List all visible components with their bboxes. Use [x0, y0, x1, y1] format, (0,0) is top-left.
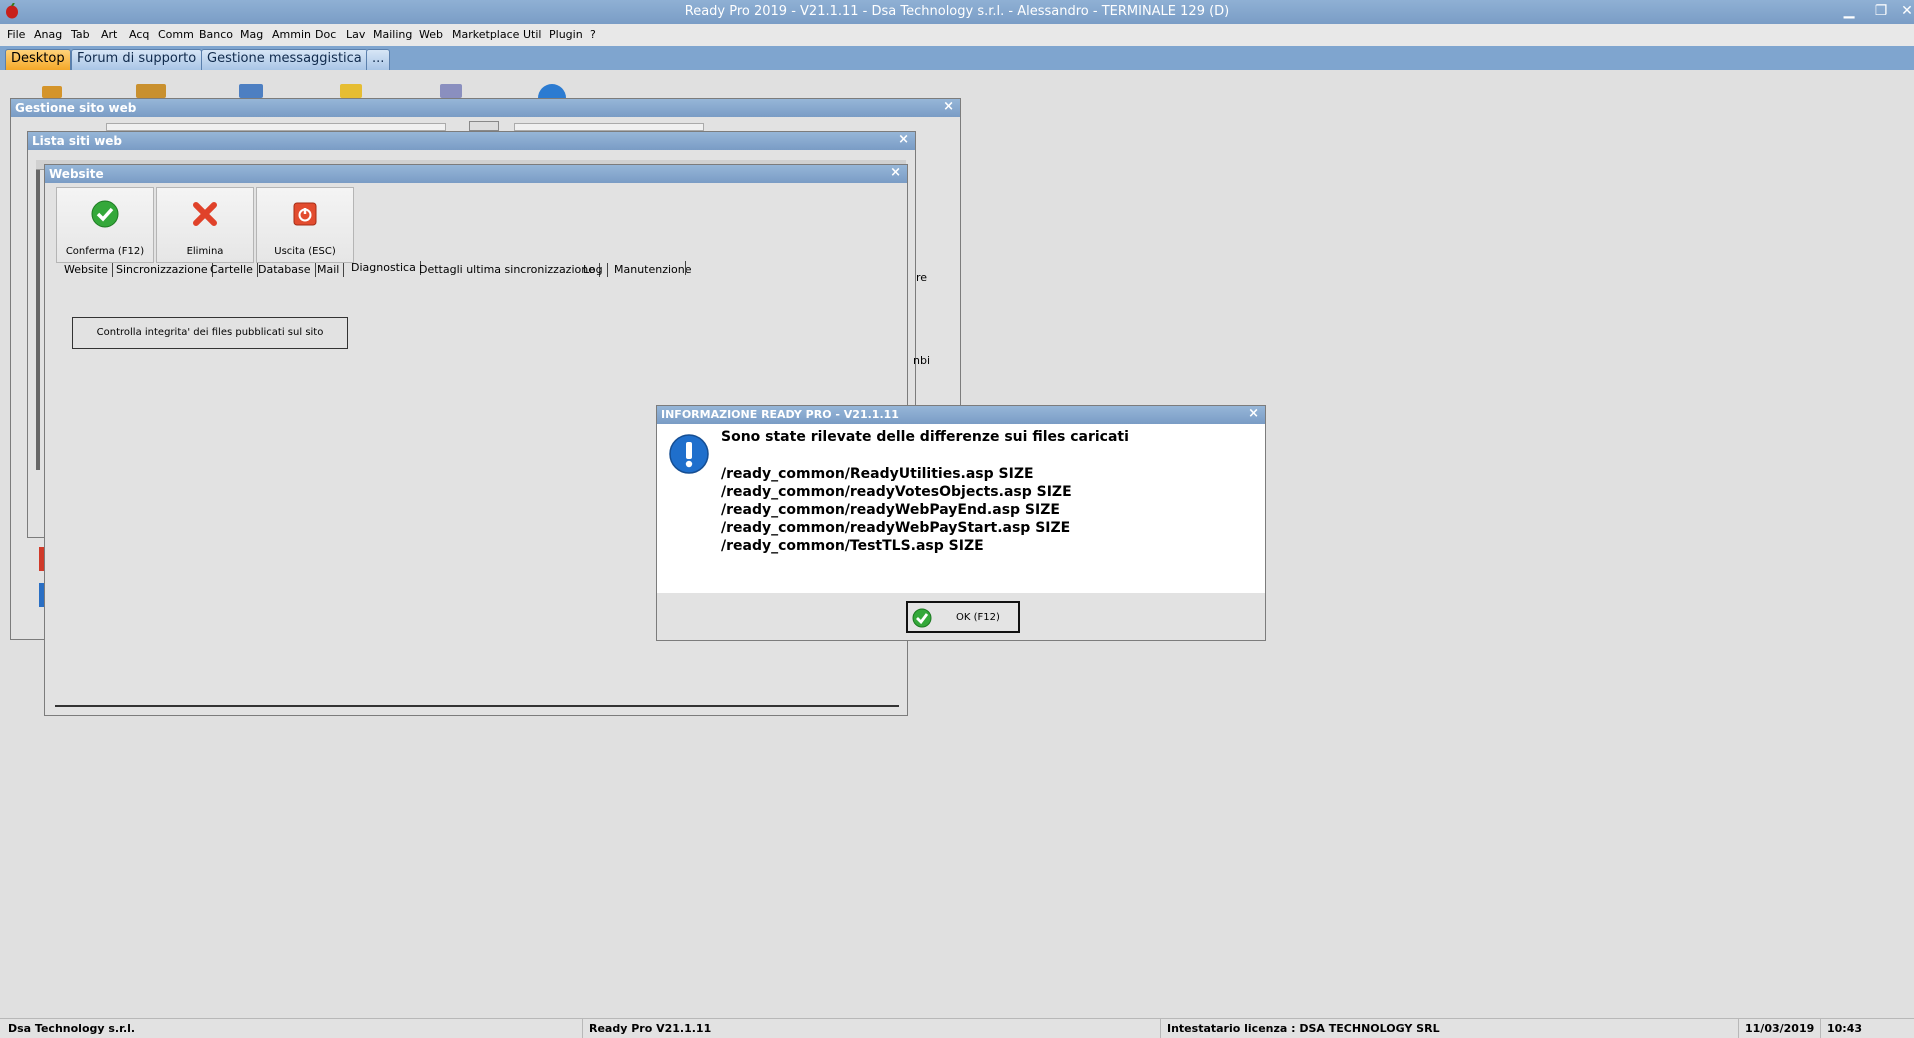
menu-anag[interactable]: Anag — [34, 28, 62, 41]
filter-field[interactable] — [514, 123, 704, 131]
menu-ammin[interactable]: Ammin — [272, 28, 311, 41]
file-entry: /ready_common/ReadyUtilities.asp SIZE — [721, 466, 1034, 482]
menu-mag[interactable]: Mag — [240, 28, 263, 41]
window-title: Ready Pro 2019 - V21.1.11 - Dsa Technolo… — [684, 4, 1230, 19]
file-entry: /ready_common/readyWebPayEnd.asp SIZE — [721, 502, 1060, 518]
package-icon[interactable] — [42, 86, 62, 98]
tab-database[interactable]: Database — [258, 263, 316, 277]
close-button[interactable]: ✕ — [1896, 2, 1914, 21]
menu-help[interactable]: ? — [590, 28, 596, 41]
check-icon — [91, 200, 119, 228]
conferma-label: Conferma (F12) — [65, 246, 145, 257]
tab-diagnostica[interactable]: Diagnostica — [351, 261, 421, 275]
lista-side-text-1: re — [916, 271, 928, 284]
gestione-sito-web-close-button[interactable]: × — [943, 99, 954, 114]
globe-icon[interactable] — [538, 84, 566, 98]
note-icon[interactable] — [340, 84, 362, 98]
status-company: Dsa Technology s.r.l. — [8, 1022, 136, 1035]
website-title: Website — [45, 165, 907, 183]
tab-mail[interactable]: Mail — [317, 263, 345, 277]
delete-x-icon — [193, 202, 217, 226]
uscita-button[interactable]: Uscita (ESC) — [256, 187, 354, 263]
tab-more[interactable]: ... — [366, 49, 391, 70]
document-icon[interactable] — [239, 84, 263, 98]
menu-util[interactable]: Util — [523, 28, 541, 41]
sites-grid-border — [36, 170, 40, 470]
info-dialog-title: INFORMAZIONE READY PRO - V21.1.11 — [657, 406, 1265, 424]
menu-file[interactable]: File — [7, 28, 25, 41]
lista-side-text-2: nbi — [913, 354, 931, 367]
menu-mailing[interactable]: Mailing — [373, 28, 412, 41]
bottom-separator — [55, 705, 899, 707]
elimina-button[interactable]: Elimina — [156, 187, 254, 263]
controlla-integrita-button[interactable]: Controlla integrita' dei files pubblicat… — [72, 317, 348, 349]
tab-gestione-messaggistica[interactable]: Gestione messaggistica — [201, 49, 368, 70]
menu-bar: File Anag Tab Art Acq Comm Banco Mag Amm… — [0, 24, 1914, 46]
tab-desktop[interactable]: Desktop — [5, 49, 71, 70]
window-title-bar: Ready Pro 2019 - V21.1.11 - Dsa Technolo… — [0, 0, 1914, 24]
status-date: 11/03/2019 — [1738, 1019, 1820, 1038]
list-icon[interactable] — [440, 84, 462, 98]
info-exclamation-icon — [669, 434, 709, 474]
info-dialog-close-button[interactable]: × — [1248, 406, 1259, 421]
menu-comm[interactable]: Comm — [158, 28, 194, 41]
file-entry: /ready_common/TestTLS.asp SIZE — [721, 538, 984, 554]
exit-power-icon — [293, 202, 317, 226]
minimize-button[interactable]: ▁ — [1838, 2, 1860, 21]
tab-website[interactable]: Website — [64, 263, 113, 277]
tab-forum[interactable]: Forum di supporto — [71, 49, 203, 70]
menu-acq[interactable]: Acq — [129, 28, 149, 41]
menu-doc[interactable]: Doc — [315, 28, 336, 41]
lista-siti-web-close-button[interactable]: × — [898, 132, 909, 147]
document-tab-strip: Desktop Forum di supporto Gestione messa… — [0, 46, 1914, 70]
tab-log[interactable]: Log — [583, 263, 608, 277]
tab-separator — [685, 261, 686, 275]
tab-dettagli-sincronizzazione[interactable]: Dettagli ultima sincronizzazione — [419, 263, 600, 277]
menu-marketplace[interactable]: Marketplace — [452, 28, 519, 41]
menu-banco[interactable]: Banco — [199, 28, 233, 41]
tab-manutenzione[interactable]: Manutenzione — [614, 263, 696, 277]
file-entry: /ready_common/readyWebPayStart.asp SIZE — [721, 520, 1071, 536]
menu-web[interactable]: Web — [419, 28, 443, 41]
elimina-label: Elimina — [186, 246, 224, 257]
website-close-button[interactable]: × — [890, 165, 901, 180]
check-icon — [912, 608, 932, 628]
menu-lav[interactable]: Lav — [346, 28, 365, 41]
file-entry: /ready_common/readyVotesObjects.asp SIZE — [721, 484, 1072, 500]
lista-siti-web-title: Lista siti web — [28, 132, 915, 150]
menu-plugin[interactable]: Plugin — [549, 28, 583, 41]
status-time: 10:43 — [1820, 1019, 1868, 1038]
info-dialog-heading: Sono state rilevate delle differenze sui… — [721, 429, 1129, 445]
conferma-button[interactable]: Conferma (F12) — [56, 187, 154, 263]
status-license: Intestatario licenza : DSA TECHNOLOGY SR… — [1160, 1019, 1446, 1038]
gestione-sito-web-title: Gestione sito web — [11, 99, 960, 117]
menu-art[interactable]: Art — [101, 28, 117, 41]
status-version: Ready Pro V21.1.11 — [582, 1019, 717, 1038]
ok-button[interactable]: OK (F12) — [906, 601, 1020, 633]
boxes-icon[interactable] — [136, 84, 166, 98]
tab-sincronizzazione[interactable]: Sincronizzazione — [116, 263, 213, 277]
info-dialog: INFORMAZIONE READY PRO - V21.1.11 × Sono… — [656, 405, 1266, 641]
tab-cartelle[interactable]: Cartelle — [210, 263, 258, 277]
restore-button[interactable]: ❐ — [1870, 2, 1892, 21]
uscita-label: Uscita (ESC) — [274, 246, 336, 257]
status-bar: Dsa Technology s.r.l. Ready Pro V21.1.11… — [0, 1018, 1914, 1038]
ok-label: OK (F12) — [956, 612, 1000, 623]
search-button[interactable] — [469, 121, 499, 131]
menu-tab[interactable]: Tab — [71, 28, 90, 41]
search-field[interactable] — [106, 123, 446, 131]
file-list: /ready_common/ReadyUtilities.asp SIZE /r… — [721, 465, 1072, 555]
